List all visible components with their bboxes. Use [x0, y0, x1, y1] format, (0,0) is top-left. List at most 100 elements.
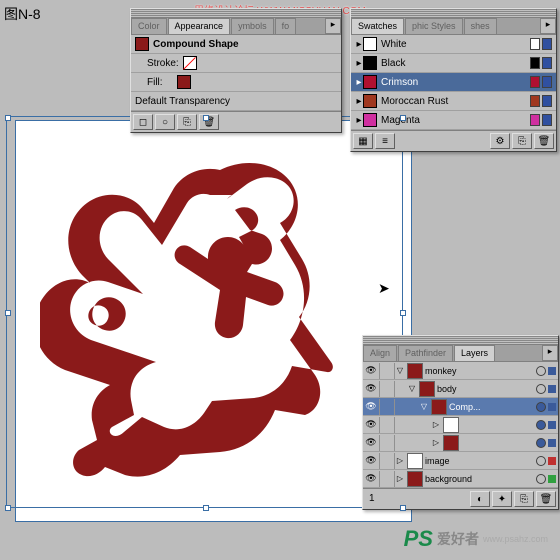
layer-name[interactable]: monkey — [425, 366, 457, 376]
tab-swatches[interactable]: Swatches — [351, 18, 404, 34]
target-icon[interactable] — [536, 456, 546, 466]
visibility-icon[interactable]: 👁 — [363, 453, 380, 469]
new-swatch-icon[interactable]: ⎘ — [512, 133, 532, 149]
target-icon[interactable] — [536, 438, 546, 448]
disclosure-icon[interactable]: ▷ — [431, 420, 441, 429]
new-fill-icon[interactable]: ◻ — [133, 114, 153, 130]
selection-handle[interactable] — [203, 115, 209, 121]
appearance-item[interactable]: Compound Shape — [131, 35, 341, 54]
fill-swatch[interactable] — [177, 75, 191, 89]
disclosure-icon[interactable]: ▷ — [431, 438, 441, 447]
visibility-icon[interactable]: 👁 — [363, 471, 380, 487]
selection-handle[interactable] — [5, 310, 11, 316]
trash-icon[interactable]: 🗑 — [534, 133, 554, 149]
tab-brushes[interactable]: shes — [464, 18, 497, 34]
duplicate-icon[interactable]: ⎘ — [177, 114, 197, 130]
selection-handle[interactable] — [400, 505, 406, 511]
disclosure-icon[interactable]: ▷ — [395, 456, 405, 465]
type-icon — [530, 95, 540, 107]
new-stroke-icon[interactable]: ○ — [155, 114, 175, 130]
clip-icon[interactable]: ◐ — [470, 491, 490, 507]
panel-grip[interactable] — [131, 9, 341, 18]
selection-handle[interactable] — [400, 115, 406, 121]
stroke-row[interactable]: Stroke: — [131, 54, 341, 73]
lock-column[interactable] — [380, 381, 395, 397]
tab-appearance[interactable]: Appearance — [168, 18, 231, 34]
tab-align[interactable]: Align — [363, 345, 397, 361]
panel-grip[interactable] — [351, 9, 556, 18]
lock-column[interactable] — [380, 399, 395, 415]
type-icon — [530, 114, 540, 126]
swatches-tabs[interactable]: Swatches phic Styles shes ▸ — [351, 18, 556, 35]
swatch-row[interactable]: ▸Black — [351, 54, 556, 73]
layer-name[interactable]: background — [425, 474, 472, 484]
type-icon — [530, 76, 540, 88]
visibility-icon[interactable]: 👁 — [363, 417, 380, 433]
lock-column[interactable] — [380, 363, 395, 379]
panel-menu-icon[interactable]: ▸ — [540, 18, 556, 34]
layer-name[interactable]: Comp... — [449, 402, 481, 412]
trash-icon[interactable]: 🗑 — [536, 491, 556, 507]
appearance-panel[interactable]: Color Appearance ymbols fo ▸ Compound Sh… — [130, 8, 342, 133]
disclosure-icon[interactable]: ▽ — [407, 384, 417, 393]
show-kinds-icon[interactable]: ▦ — [353, 133, 373, 149]
new-sublayer-icon[interactable]: ✦ — [492, 491, 512, 507]
panel-menu-icon[interactable]: ▸ — [325, 18, 341, 34]
tab-symbols[interactable]: ymbols — [231, 18, 274, 34]
visibility-icon[interactable]: 👁 — [363, 435, 380, 451]
swatches-panel[interactable]: Swatches phic Styles shes ▸ ▸White▸Black… — [350, 8, 557, 152]
tab-color[interactable]: Color — [131, 18, 167, 34]
layer-row[interactable]: 👁 ▽ Comp... — [363, 398, 558, 416]
lock-column[interactable] — [380, 453, 395, 469]
new-layer-icon[interactable]: ⎘ — [514, 491, 534, 507]
tab-layers[interactable]: Layers — [454, 345, 495, 361]
target-icon[interactable] — [536, 402, 546, 412]
swatch-row[interactable]: ▸Magenta — [351, 111, 556, 130]
swatch-list: ▸White▸Black▸Crimson▸Moroccan Rust▸Magen… — [351, 35, 556, 130]
layer-row[interactable]: 👁 ▽ body — [363, 380, 558, 398]
disclosure-icon[interactable]: ▽ — [419, 402, 429, 411]
tab-fo[interactable]: fo — [275, 18, 297, 34]
layers-tabs[interactable]: Align Pathfinder Layers ▸ — [363, 345, 558, 362]
visibility-icon[interactable]: 👁 — [363, 399, 380, 415]
tab-pathfinder[interactable]: Pathfinder — [398, 345, 453, 361]
layer-name[interactable]: image — [425, 456, 450, 466]
panel-grip[interactable] — [363, 336, 558, 345]
list-view-icon[interactable]: ≡ — [375, 133, 395, 149]
target-icon[interactable] — [536, 384, 546, 394]
transparency-row[interactable]: Default Transparency — [131, 92, 341, 111]
monkey-artwork[interactable] — [40, 140, 380, 520]
layer-row[interactable]: 👁▷ — [363, 416, 558, 434]
swatch-row[interactable]: ▸White — [351, 35, 556, 54]
selection-handle[interactable] — [400, 310, 406, 316]
layer-name[interactable]: body — [437, 384, 457, 394]
options-icon[interactable]: ⚙ — [490, 133, 510, 149]
target-icon[interactable] — [536, 366, 546, 376]
swatch-row[interactable]: ▸Crimson — [351, 73, 556, 92]
target-icon[interactable] — [536, 420, 546, 430]
selection-handle[interactable] — [203, 505, 209, 511]
fill-row[interactable]: Fill: — [131, 73, 341, 92]
lock-column[interactable] — [380, 471, 395, 487]
lock-column[interactable] — [380, 417, 395, 433]
panel-menu-icon[interactable]: ▸ — [542, 345, 558, 361]
layer-row[interactable]: 👁 ▷ image — [363, 452, 558, 470]
disclosure-icon[interactable]: ▷ — [395, 474, 405, 483]
appearance-tabs[interactable]: Color Appearance ymbols fo ▸ — [131, 18, 341, 35]
layer-thumb — [407, 363, 423, 379]
layer-row[interactable]: 👁 ▽ monkey — [363, 362, 558, 380]
disclosure-icon[interactable]: ▽ — [395, 366, 405, 375]
layer-row[interactable]: 👁▷ — [363, 434, 558, 452]
visibility-icon[interactable]: 👁 — [363, 363, 380, 379]
fill-label: Fill: — [147, 77, 163, 88]
target-icon[interactable] — [536, 474, 546, 484]
lock-column[interactable] — [380, 435, 395, 451]
layers-panel[interactable]: Align Pathfinder Layers ▸ 👁 ▽ monkey 👁 ▽ body… — [362, 335, 559, 510]
layer-row[interactable]: 👁 ▷ background — [363, 470, 558, 488]
tab-styles[interactable]: phic Styles — [405, 18, 463, 34]
swatch-row[interactable]: ▸Moroccan Rust — [351, 92, 556, 111]
stroke-swatch[interactable] — [183, 56, 197, 70]
selection-handle[interactable] — [5, 505, 11, 511]
visibility-icon[interactable]: 👁 — [363, 381, 380, 397]
selection-handle[interactable] — [5, 115, 11, 121]
